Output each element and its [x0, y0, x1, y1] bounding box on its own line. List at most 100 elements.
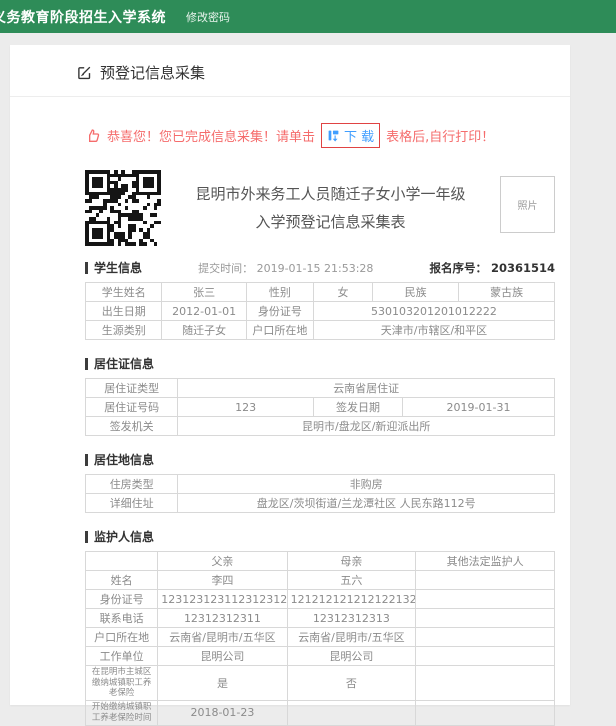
label-cell: 户口所在地: [84, 627, 159, 647]
table-row: 居住证类型 云南省居住证: [84, 378, 555, 398]
table-row: 联系电话 12312312311 12312312313: [84, 608, 555, 628]
document-header: 昆明市外来务工人员随迁子女小学一年级 入学预登记信息采集表 照片: [85, 170, 555, 246]
label-cell: 户口所在地: [245, 320, 314, 340]
value-cell: [415, 646, 555, 666]
section-title: 学生信息: [94, 261, 143, 275]
card-body: 恭喜您！您已完成信息采集！请单击 下 载 表格后,自行打印！ 昆明市外来务工人员…: [10, 123, 570, 726]
value-cell: 非购房: [177, 474, 555, 494]
label-cell: 居住证类型: [84, 378, 179, 398]
menu-change-password[interactable]: 修改密码: [186, 9, 230, 25]
value-cell: [415, 699, 555, 726]
value-cell: 云南省/昆明市/五华区: [157, 627, 288, 647]
table-row: 在昆明市主城区缴纳城镇职工养老保险 是 否: [84, 665, 555, 701]
value-cell: 昆明市/盘龙区/新迎派出所: [177, 416, 555, 436]
label-cell: 性别: [245, 282, 314, 302]
download-icon: [328, 130, 339, 142]
student-table: 学生姓名 张三 性别 女 民族 蒙古族 出生日期 2012-01-01 身份证号…: [84, 282, 556, 340]
section-bar: [85, 357, 88, 370]
value-cell: 否: [286, 665, 417, 701]
table-row: 详细住址 盘龙区/茨坝街道/兰龙潭社区 人民东路112号: [84, 493, 555, 513]
thumbs-up-icon: [89, 128, 100, 142]
table-row: 身份证号 123123123112312312 1212121212121221…: [84, 589, 555, 609]
value-cell: 盘龙区/茨坝街道/兰龙潭社区 人民东路112号: [177, 493, 555, 513]
value-cell: 昆明公司: [157, 646, 288, 666]
document-title-line2: 入学预登记信息采集表: [255, 213, 406, 231]
label-cell: 详细住址: [84, 493, 179, 513]
label-cell: 民族: [371, 282, 460, 302]
value-cell: 2019-01-31: [402, 397, 555, 417]
label-cell: 生源类别: [84, 320, 163, 340]
label-cell: [84, 551, 159, 571]
value-cell: 女: [312, 282, 374, 302]
value-cell: [286, 699, 417, 726]
section-bar: [85, 530, 88, 543]
value-cell: 张三: [161, 282, 247, 302]
notice-text-suffix: 表格后,自行打印！: [386, 130, 495, 145]
success-notice: 恭喜您！您已完成信息采集！请单击 下 载 表格后,自行打印！: [85, 123, 555, 148]
section-title: 监护人信息: [94, 530, 155, 544]
residence-permit-table: 居住证类型 云南省居住证 居住证号码 123 签发日期 2019-01-31 签…: [84, 378, 555, 436]
table-row: 父亲 母亲 其他法定监护人: [84, 551, 555, 571]
column-header-other-guardian: 其他法定监护人: [415, 551, 555, 571]
residence-table: 住房类型 非购房 详细住址 盘龙区/茨坝街道/兰龙潭社区 人民东路112号: [84, 474, 555, 513]
value-cell: 2018-01-23: [157, 699, 288, 726]
value-cell: [415, 608, 555, 628]
value-cell: 李四: [157, 570, 288, 590]
pre-registration-card: 预登记信息采集 恭喜您！您已完成信息采集！请单击 下 载 表格后,自行打印！ 昆…: [10, 45, 570, 726]
value-cell: 530103201201012222: [312, 301, 556, 321]
section-guardian-info: 监护人信息: [85, 528, 555, 545]
column-header-mother: 母亲: [286, 551, 417, 571]
table-row: 生源类别 随迁子女 户口所在地 天津市/市辖区/和平区: [84, 320, 556, 340]
label-cell: 身份证号: [84, 589, 159, 609]
section-residence-permit-info: 居住证信息: [85, 355, 555, 372]
submit-time: 提交时间： 2019-01-15 21:53:28: [198, 261, 374, 275]
notice-text-prefix: 恭喜您！您已完成信息采集！请单击: [107, 130, 316, 145]
table-row: 姓名 李四 五六: [84, 570, 555, 590]
value-cell: 五六: [286, 570, 417, 590]
value-cell: [415, 570, 555, 590]
edit-icon: [78, 66, 91, 80]
page-title: 预登记信息采集: [100, 64, 206, 82]
top-navbar: 义务教育阶段招生入学系统 修改密码: [0, 0, 616, 33]
table-row: 工作单位 昆明公司 昆明公司: [84, 646, 555, 666]
value-cell: 蒙古族: [458, 282, 555, 302]
label-cell: 开始缴纳城镇职工养老保险时间: [84, 699, 159, 726]
value-cell: 云南省/昆明市/五华区: [286, 627, 417, 647]
label-cell: 出生日期: [84, 301, 163, 321]
label-cell: 工作单位: [84, 646, 159, 666]
photo-label: 照片: [517, 201, 538, 212]
document-title: 昆明市外来务工人员随迁子女小学一年级 入学预登记信息采集表: [161, 180, 500, 236]
section-title: 居住地信息: [94, 453, 155, 467]
section-student-info: 学生信息 提交时间： 2019-01-15 21:53:28 报名序号： 203…: [85, 259, 555, 276]
label-cell: 学生姓名: [84, 282, 163, 302]
table-row: 居住证号码 123 签发日期 2019-01-31: [84, 397, 555, 417]
system-title: 义务教育阶段招生入学系统: [0, 9, 166, 26]
label-cell: 签发日期: [312, 397, 404, 417]
value-cell: 123: [177, 397, 314, 417]
section-title: 居住证信息: [94, 357, 155, 371]
value-cell: 2012-01-01: [161, 301, 247, 321]
value-cell: 是: [157, 665, 288, 701]
section-residence-info: 居住地信息: [85, 451, 555, 468]
table-row: 住房类型 非购房: [84, 474, 555, 494]
column-header-father: 父亲: [157, 551, 288, 571]
value-cell: 12312312311: [157, 608, 288, 628]
label-cell: 签发机关: [84, 416, 179, 436]
download-label: 下 载: [344, 130, 375, 145]
value-cell: 121212121212122132: [286, 589, 417, 609]
qr-code: [85, 170, 161, 246]
photo-placeholder: 照片: [500, 176, 555, 233]
table-row: 学生姓名 张三 性别 女 民族 蒙古族: [84, 282, 555, 302]
label-cell: 居住证号码: [84, 397, 179, 417]
download-button[interactable]: 下 载: [321, 123, 381, 148]
value-cell: 123123123112312312: [157, 589, 288, 609]
value-cell: [415, 589, 555, 609]
value-cell: 随迁子女: [161, 320, 247, 340]
value-cell: 12312312313: [286, 608, 417, 628]
table-row: 出生日期 2012-01-01 身份证号 530103201201012222: [84, 301, 556, 321]
label-cell: 姓名: [84, 570, 159, 590]
label-cell: 住房类型: [84, 474, 179, 494]
table-row: 签发机关 昆明市/盘龙区/新迎派出所: [84, 416, 555, 436]
label-cell: 在昆明市主城区缴纳城镇职工养老保险: [84, 665, 159, 701]
value-cell: 云南省居住证: [177, 378, 555, 398]
